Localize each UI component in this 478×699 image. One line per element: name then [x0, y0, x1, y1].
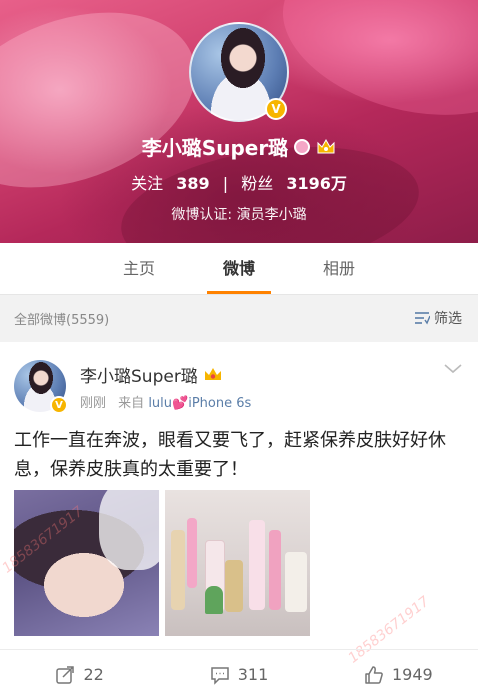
filter-bar: 全部微博(5559) 筛选 — [0, 296, 478, 340]
like-button[interactable]: 1949 — [319, 650, 478, 699]
post-source-link[interactable]: lulu💕iPhone 6s — [148, 396, 251, 411]
verification-text: 微博认证: 演员李小璐 — [171, 207, 307, 223]
profile-avatar[interactable]: V — [189, 22, 289, 122]
tab-album[interactable]: 相册 — [307, 243, 371, 294]
filter-icon — [415, 312, 430, 325]
post-from-label: 来自 — [118, 396, 145, 411]
following-count[interactable]: 389 — [176, 174, 209, 193]
verified-badge-icon: V — [50, 396, 68, 414]
verified-badge-icon: V — [265, 98, 287, 120]
post-source-prefix: lulu — [148, 396, 173, 411]
post-text: 工作一直在奔波，眼看又要飞了，赶紧保养皮肤好好休息，保养皮肤真的太重要了！ — [14, 430, 446, 480]
image-detail — [269, 530, 281, 610]
post-time: 刚刚 — [80, 396, 107, 411]
comment-count: 311 — [237, 665, 269, 684]
profile-name: 李小璐Super璐 — [141, 136, 289, 160]
repost-icon — [56, 665, 75, 684]
crown-icon[interactable] — [204, 367, 222, 383]
post-meta: 刚刚 来自 lulu💕iPhone 6s — [80, 392, 251, 411]
filter-button[interactable]: 筛选 — [414, 308, 462, 328]
image-detail — [187, 518, 197, 588]
chevron-down-icon[interactable] — [444, 364, 462, 374]
heart-icon: 💕 — [172, 396, 189, 411]
post-source-suffix: iPhone 6s — [188, 396, 252, 411]
comment-button[interactable]: 311 — [159, 650, 318, 699]
filter-label: 筛选 — [434, 311, 462, 327]
repost-button[interactable]: 22 — [0, 650, 159, 699]
profile-stats: 关注 389 | 粉丝 3196万 — [0, 170, 478, 194]
profile-cover: V 李小璐Super璐 关注 389 | 粉丝 3196万 微博认证: 演员李小… — [0, 0, 478, 243]
image-detail — [225, 560, 243, 612]
profile-tabs: 主页 微博 相册 — [0, 243, 478, 295]
repost-count: 22 — [83, 665, 104, 684]
cover-decoration — [265, 0, 478, 142]
post-image-2[interactable] — [165, 490, 310, 636]
tab-home[interactable]: 主页 — [107, 243, 171, 294]
profile-name-row: 李小璐Super璐 — [0, 132, 478, 161]
post-author-name[interactable]: 李小璐Super璐 — [80, 362, 198, 387]
image-detail — [205, 586, 223, 614]
member-level-icon[interactable] — [294, 138, 311, 155]
tab-weibo[interactable]: 微博 — [207, 243, 271, 294]
followers-label[interactable]: 粉丝 — [241, 174, 273, 193]
crown-icon[interactable] — [316, 138, 336, 156]
image-detail — [249, 520, 265, 610]
post-image-1[interactable] — [14, 490, 159, 636]
image-detail — [171, 530, 185, 610]
like-count: 1949 — [391, 665, 433, 684]
comment-icon — [210, 666, 229, 685]
following-label[interactable]: 关注 — [131, 174, 163, 193]
image-detail — [285, 552, 307, 612]
stats-divider: | — [222, 174, 229, 193]
post-actions: 22 311 1949 — [0, 649, 478, 699]
followers-count[interactable]: 3196万 — [286, 174, 347, 193]
post-count-label: 全部微博(5559) — [14, 312, 110, 328]
image-highlight — [99, 490, 159, 570]
post-author-row: 李小璐Super璐 — [80, 362, 222, 387]
post-card[interactable]: V 李小璐Super璐 刚刚 来自 lulu💕iPhone 6s 工作一直在奔波… — [0, 342, 478, 699]
thumbs-up-icon — [365, 665, 383, 684]
